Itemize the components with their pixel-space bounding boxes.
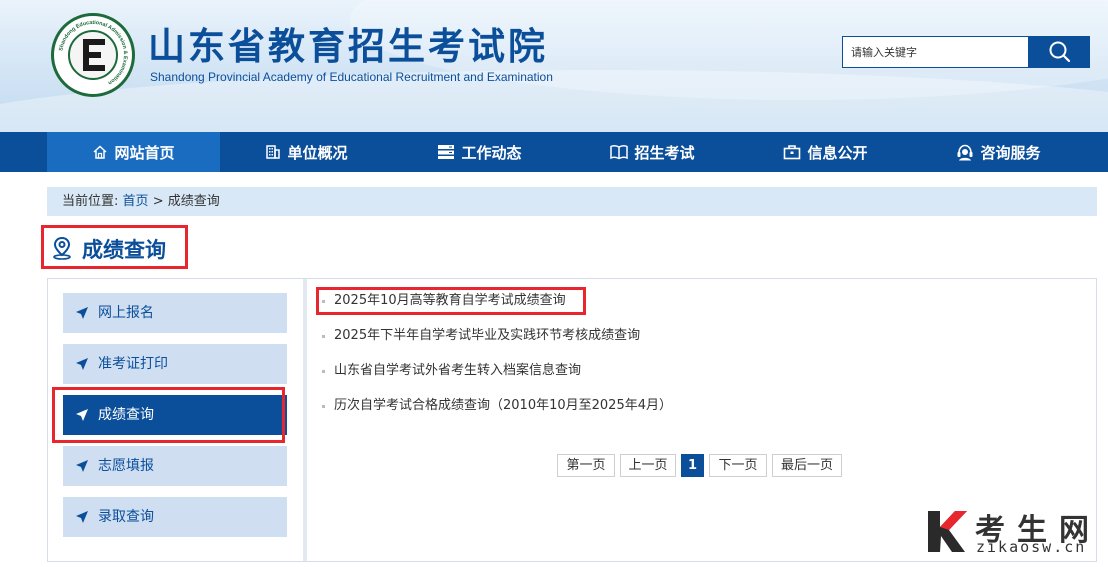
nav-item-news[interactable]: 工作动态: [393, 132, 566, 172]
logo-e-mark-icon: [83, 39, 105, 71]
building-icon: [266, 145, 281, 159]
site-subtitle: Shandong Provincial Academy of Education…: [150, 70, 553, 84]
send-arrow-icon: [76, 307, 88, 319]
site-logo-seal[interactable]: Shandong Educational Admission & Examina…: [51, 13, 135, 97]
page-title: 成绩查询: [82, 238, 166, 262]
location-pin-icon: [53, 236, 71, 260]
breadcrumb-current: 成绩查询: [167, 194, 220, 209]
list-bullet: [322, 370, 325, 373]
send-arrow-icon: [76, 358, 88, 370]
nav-item-about[interactable]: 单位概况: [220, 132, 393, 172]
home-icon: [93, 145, 107, 159]
list-item-highlight: [316, 287, 586, 315]
nav-item-label: 网站首页: [114, 143, 175, 162]
sidebar-active-highlight: [52, 387, 285, 443]
breadcrumb: 当前位置: 首页 > 成绩查询: [47, 187, 1097, 216]
sidebar-item-label: 志愿填报: [98, 458, 154, 474]
search-icon: [1049, 41, 1071, 63]
sidebar-item-online-registration[interactable]: 网上报名: [63, 293, 287, 333]
send-arrow-icon: [76, 460, 88, 472]
book-icon: [610, 145, 629, 160]
server-icon: [438, 145, 455, 159]
watermark-k-logo-icon: [928, 511, 967, 552]
sidebar-item-label: 准考证打印: [98, 356, 168, 372]
sidebar-item-label: 录取查询: [98, 509, 154, 525]
site-header: Shandong Educational Admission & Examina…: [0, 0, 1108, 132]
breadcrumb-home-link[interactable]: 首页: [123, 194, 149, 209]
nav-item-label: 工作动态: [461, 143, 522, 162]
breadcrumb-separator: >: [152, 194, 164, 209]
pagination-prev-button[interactable]: 上一页: [620, 454, 676, 477]
pagination-current-page[interactable]: 1: [681, 454, 704, 477]
nav-item-home[interactable]: 网站首页: [47, 132, 220, 172]
search-box: [842, 36, 1029, 68]
list-item-link[interactable]: 历次自学考试合格成绩查询（2010年10月至2025年4月）: [334, 396, 672, 416]
sidebar-item-admission-query[interactable]: 录取查询: [63, 497, 287, 537]
nav-item-service[interactable]: 咨询服务: [912, 132, 1085, 172]
pagination-last-button[interactable]: 最后一页: [772, 454, 842, 477]
nav-item-label: 单位概况: [287, 143, 348, 162]
headset-icon: [957, 144, 973, 160]
page-title-highlight: 成绩查询: [41, 225, 188, 269]
list-item-link[interactable]: 2025年下半年自学考试毕业及实践环节考核成绩查询: [334, 326, 640, 346]
search-button[interactable]: [1029, 36, 1090, 68]
list-item-link[interactable]: 山东省自学考试外省考生转入档案信息查询: [334, 361, 581, 381]
pagination-first-button[interactable]: 第一页: [557, 454, 615, 477]
watermark-url: zikaosw.cn: [976, 538, 1087, 556]
main-nav: 网站首页 单位概况 工作动态 招生考试 信息公开 咨询服务: [0, 132, 1108, 172]
nav-item-exams[interactable]: 招生考试: [566, 132, 739, 172]
briefcase-icon: [784, 145, 801, 160]
pagination-next-button[interactable]: 下一页: [709, 454, 767, 477]
breadcrumb-prefix: 当前位置:: [62, 194, 119, 209]
sidebar-item-application[interactable]: 志愿填报: [63, 446, 287, 486]
list-bullet: [322, 405, 325, 408]
nav-item-label: 信息公开: [807, 143, 868, 162]
search-input[interactable]: [849, 37, 1023, 67]
panel-divider: [303, 279, 307, 561]
send-arrow-icon: [76, 511, 88, 523]
sidebar-item-admission-ticket[interactable]: 准考证打印: [63, 344, 287, 384]
site-title[interactable]: 山东省教育招生考试院: [148, 26, 548, 66]
nav-item-disclosure[interactable]: 信息公开: [739, 132, 912, 172]
nav-item-label: 咨询服务: [980, 143, 1041, 162]
sidebar-item-label: 网上报名: [98, 305, 154, 321]
logo-inner: [68, 30, 118, 80]
nav-item-label: 招生考试: [634, 143, 695, 162]
list-bullet: [322, 335, 325, 338]
